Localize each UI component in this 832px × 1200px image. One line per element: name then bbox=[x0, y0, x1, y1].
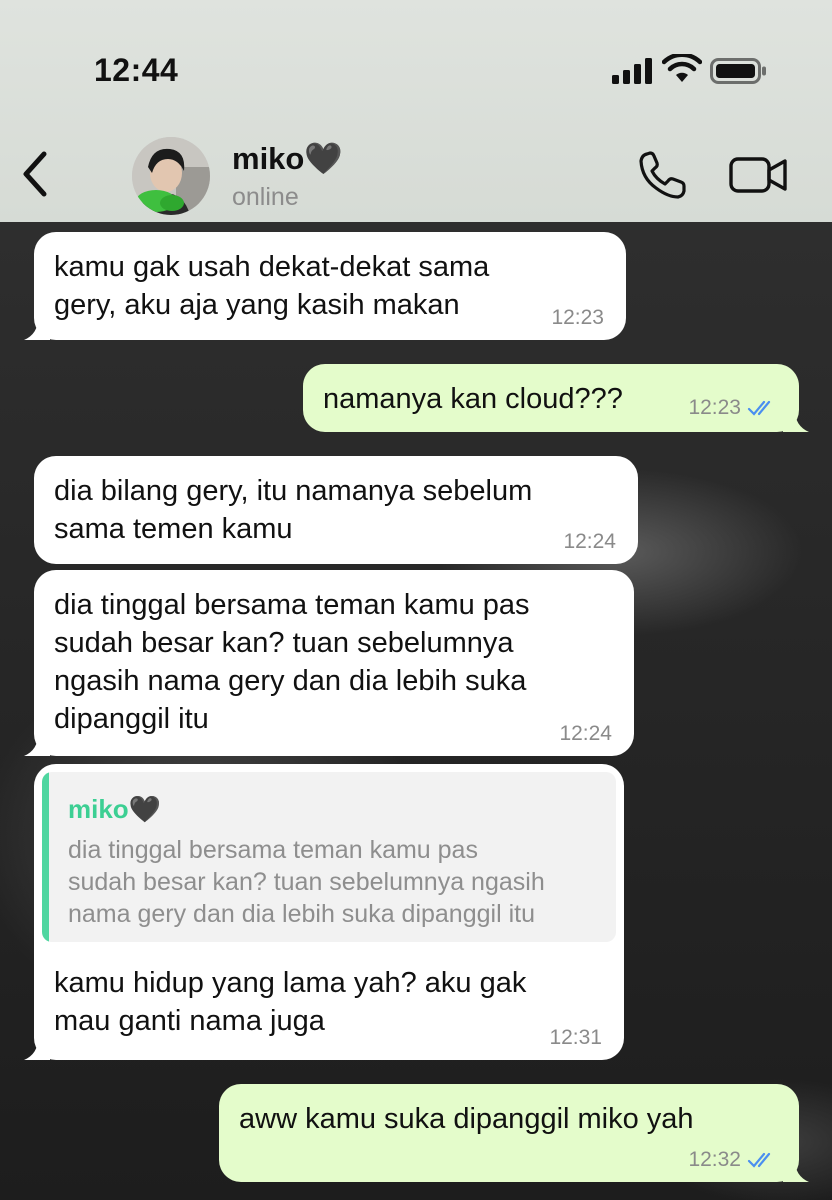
quoted-text: dia tinggal bersama teman kamu pas sudah… bbox=[68, 834, 600, 930]
message-time: 12:32 bbox=[688, 1148, 741, 1171]
quoted-message[interactable]: miko🖤 dia tinggal bersama teman kamu pas… bbox=[42, 772, 616, 942]
message-time: 12:23 bbox=[551, 306, 604, 329]
back-chevron-icon[interactable] bbox=[14, 148, 58, 200]
message-time: 12:23 bbox=[688, 396, 741, 419]
wifi-icon bbox=[662, 54, 702, 82]
message-bubble-incoming[interactable]: dia tinggal bersama teman kamu pas sudah… bbox=[24, 570, 634, 756]
quoted-text-line: nama gery dan dia lebih suka dipanggil i… bbox=[68, 900, 535, 928]
message-bubble-outgoing[interactable]: aww kamu suka dipanggil miko yah 12:32 bbox=[219, 1084, 809, 1182]
message-text: mau ganti nama juga bbox=[54, 1005, 325, 1037]
contact-status: online bbox=[232, 183, 299, 211]
status-bar-time: 12:44 bbox=[94, 52, 179, 88]
message-text: kamu gak usah dekat-dekat sama bbox=[54, 251, 490, 283]
video-camera-icon[interactable] bbox=[728, 152, 790, 198]
quoted-sender-name: miko🖤 bbox=[68, 794, 162, 824]
double-check-icon bbox=[747, 1152, 771, 1168]
contact-name[interactable]: miko🖤 bbox=[232, 140, 343, 177]
message-time: 12:24 bbox=[563, 530, 616, 553]
quote-accent-bar bbox=[42, 772, 49, 942]
message-text: sudah besar kan? tuan sebelumnya bbox=[54, 627, 514, 659]
message-text: dia tinggal bersama teman kamu pas bbox=[54, 589, 530, 621]
quoted-text-line: sudah besar kan? tuan sebelumnya ngasih bbox=[68, 868, 545, 896]
battery-icon bbox=[710, 58, 766, 84]
message-bubble-incoming[interactable]: dia bilang gery, itu namanya sebelum sam… bbox=[34, 456, 638, 564]
avatar-photo bbox=[132, 137, 210, 215]
signal-icon bbox=[612, 58, 652, 84]
message-text: ngasih nama gery dan dia lebih suka bbox=[54, 665, 527, 697]
bubble-tail bbox=[783, 1160, 809, 1182]
message-text: kamu hidup yang lama yah? aku gak bbox=[54, 967, 527, 999]
message-text: sama temen kamu bbox=[54, 513, 293, 545]
message-bubble-incoming[interactable]: kamu gak usah dekat-dekat sama gery, aku… bbox=[24, 232, 626, 340]
avatar[interactable] bbox=[132, 137, 210, 215]
bubble-tail bbox=[24, 1038, 50, 1060]
message-meta: 12:32 bbox=[688, 1148, 777, 1172]
message-meta: 12:23 bbox=[688, 396, 777, 420]
message-body: kamu hidup yang lama yah? aku gak mau ga… bbox=[54, 964, 526, 1040]
message-time: 12:24 bbox=[559, 722, 612, 745]
message-text: dia bilang gery, itu namanya sebelum bbox=[54, 475, 533, 507]
message-bubble-incoming-reply[interactable]: miko🖤 dia tinggal bersama teman kamu pas… bbox=[24, 764, 624, 1060]
message-bubble-outgoing[interactable]: namanya kan cloud??? 12:23 bbox=[303, 364, 809, 432]
bubble-tail bbox=[783, 410, 809, 432]
quoted-text-line: dia tinggal bersama teman kamu pas bbox=[68, 836, 478, 864]
bubble-tail bbox=[24, 734, 50, 756]
chat-header: 12:44 miko🖤 online bbox=[0, 0, 832, 222]
phone-icon[interactable] bbox=[636, 150, 688, 202]
message-text: gery, aku aja yang kasih makan bbox=[54, 289, 460, 321]
message-text: aww kamu suka dipanggil miko yah bbox=[239, 1103, 694, 1135]
bubble-tail bbox=[24, 318, 50, 340]
message-text: dipanggil itu bbox=[54, 703, 209, 735]
double-check-icon bbox=[747, 400, 771, 416]
message-time: 12:31 bbox=[549, 1026, 602, 1049]
